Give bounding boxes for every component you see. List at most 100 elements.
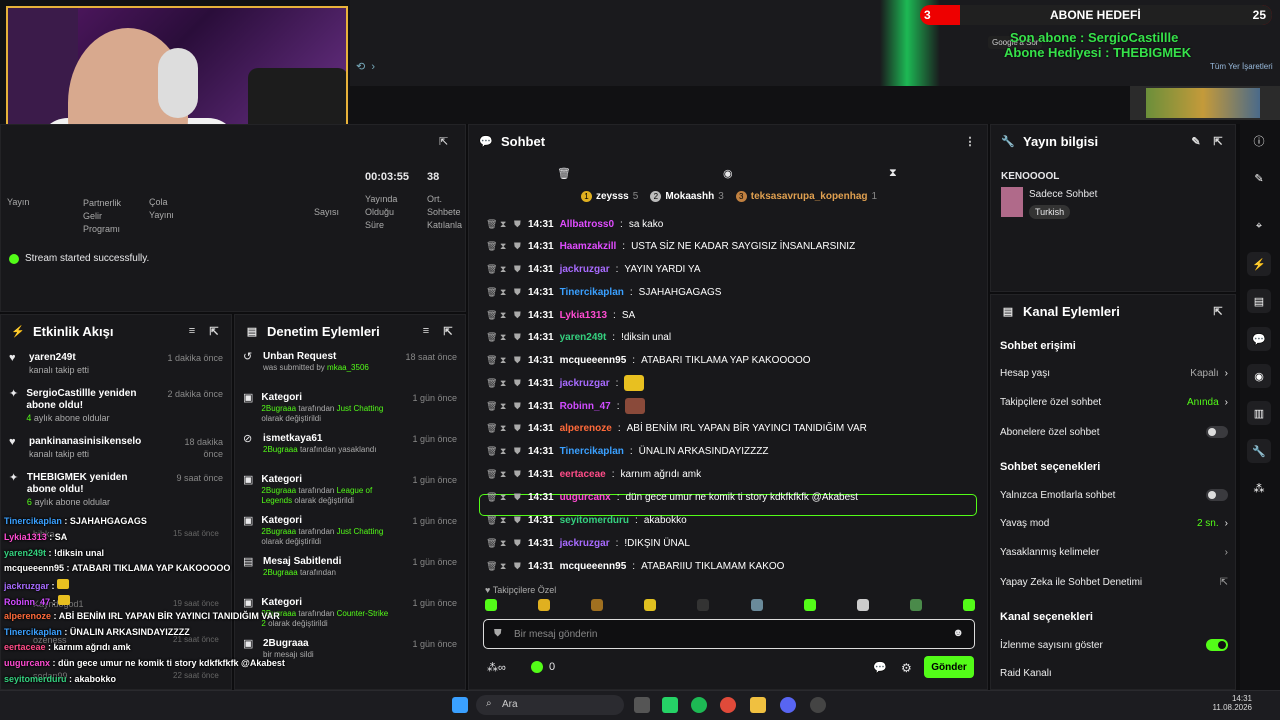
chat-message[interactable]: 🗑 ⧗ ⛊ 14:31 Tinercikaplan: ÜNALIN ARKASINDAYI… <box>486 441 769 461</box>
ban-icon[interactable]: ⛊ <box>514 492 522 502</box>
emote-bar[interactable] <box>485 599 975 617</box>
ban-icon[interactable]: ⛊ <box>514 332 522 342</box>
timeout-icon[interactable]: ⧗ <box>500 469 508 479</box>
more-icon[interactable]: ⋮ <box>963 134 977 148</box>
delete-icon[interactable]: 🗑 <box>486 469 497 479</box>
ban-icon[interactable]: ⛊ <box>514 538 522 548</box>
emote-only-row[interactable]: Yalnızca Emotlarla sohbet <box>1000 489 1228 501</box>
kick-points-icon[interactable]: ⁂∞ <box>487 661 506 674</box>
filter-icon[interactable]: ≡ <box>185 324 199 338</box>
top-chatter[interactable]: 3 teksasavrupa_kopenhag 1 <box>735 191 877 202</box>
delete-icon[interactable]: 🗑 <box>486 332 497 342</box>
chrome-icon[interactable] <box>720 697 736 713</box>
bolt-icon[interactable]: ⚡ <box>1247 252 1271 276</box>
timeout-icon[interactable]: ⧗ <box>500 492 508 502</box>
message-user[interactable]: alperenoze <box>560 423 612 434</box>
emote-5[interactable] <box>697 599 710 611</box>
delete-icon[interactable]: 🗑 <box>486 241 497 251</box>
document-icon[interactable]: ▤ <box>1247 289 1271 313</box>
delete-icon[interactable]: 🗑 <box>486 219 497 229</box>
emote-7[interactable] <box>803 599 816 611</box>
popout-icon[interactable]: ⇱ <box>441 324 455 338</box>
delete-icon[interactable]: 🗑 <box>486 310 497 320</box>
delete-icon[interactable]: 🗑 <box>486 423 497 433</box>
timeout-icon[interactable]: ⧗ <box>500 219 508 229</box>
timeout-icon[interactable]: ⧗ <box>500 401 508 411</box>
delete-icon[interactable]: 🗑 <box>486 492 497 502</box>
apps-icon[interactable]: ⁂ <box>1247 476 1271 500</box>
message-user[interactable]: Tinercikaplan <box>560 446 624 457</box>
ban-icon[interactable]: ⛊ <box>514 423 522 433</box>
message-user[interactable]: eertaceae <box>560 469 606 480</box>
subs-only-toggle[interactable] <box>1206 426 1228 438</box>
timeout-icon[interactable]: ⧗ <box>500 515 508 525</box>
timeout-icon[interactable]: ⧗ <box>500 332 508 342</box>
discord-icon[interactable] <box>780 697 796 713</box>
chat-message[interactable]: 🗑 ⧗ ⛊ 14:31 Robinn_47: <box>486 396 646 416</box>
obs-icon[interactable] <box>810 697 826 713</box>
chat-input[interactable]: ⛊ Bir mesaj gönderin ☻ <box>483 619 975 649</box>
top-chatter[interactable]: 2 Mokaashh 3 <box>650 191 724 202</box>
slow-mode-row[interactable]: Yavaş mod 2 sn. › <box>1000 518 1228 529</box>
timeout-icon[interactable]: ⧗ <box>500 264 508 274</box>
send-button[interactable]: Gönder <box>924 656 974 678</box>
gear-icon[interactable]: ⚙ <box>901 661 912 675</box>
ban-icon[interactable]: ⛊ <box>514 378 522 388</box>
message-user[interactable]: Tinercikaplan <box>560 287 624 298</box>
delete-icon[interactable]: 🗑 <box>486 287 497 297</box>
ban-icon[interactable]: ⛊ <box>514 561 522 571</box>
delete-icon[interactable]: 🗑 <box>486 515 497 525</box>
bookmarks-link[interactable]: Tüm Yer İşaretleri <box>1210 62 1273 71</box>
taskbar-search[interactable]: Ara <box>476 695 624 715</box>
chat-message[interactable]: 🗑 ⧗ ⛊ 14:31 Tinercikaplan: SJAHAHGAGAGS <box>486 282 721 302</box>
message-user[interactable]: jackruzgar <box>560 264 610 275</box>
points-display[interactable]: 0 <box>531 661 555 673</box>
chat-message[interactable]: 🗑 ⧗ ⛊ 14:31 mcqueeenn95: ATABARI TIKLAMA YAP … <box>486 350 811 370</box>
server-icon[interactable]: ▥ <box>1247 401 1271 425</box>
message-user[interactable]: Haamzakzill <box>560 241 617 252</box>
ban-icon[interactable]: ⛊ <box>514 469 522 479</box>
delete-icon[interactable]: 🗑 <box>486 264 497 274</box>
subs-only-row[interactable]: Abonelere özel sohbet <box>1000 426 1228 438</box>
emote-6[interactable] <box>750 599 763 611</box>
ai-moderation-row[interactable]: Yapay Zeka ile Sohbet Denetimi ⇱ <box>1000 577 1228 588</box>
chat-message[interactable]: 🗑 ⧗ ⛊ 14:31 jackruzgar: <box>486 373 645 393</box>
chat-mode-icon[interactable]: ◉ <box>723 167 733 180</box>
hourglass-icon[interactable]: ⧗ <box>889 167 897 180</box>
timeout-icon[interactable]: ⧗ <box>500 538 508 548</box>
message-user[interactable]: jackruzgar <box>560 538 610 549</box>
chat-message[interactable]: 🗑 ⧗ ⛊ 14:31 uugurcanx: dün gece umur ne komik… <box>486 487 858 507</box>
spotify-icon[interactable] <box>691 697 707 713</box>
ban-icon[interactable]: ⛊ <box>514 355 522 365</box>
message-user[interactable]: Lykia1313 <box>560 310 607 321</box>
delete-icon[interactable]: 🗑 <box>486 378 497 388</box>
edit-icon[interactable]: ✎ <box>1189 134 1203 148</box>
account-age-row[interactable]: Hesap yaşı Kapalı › <box>1000 368 1228 379</box>
ban-icon[interactable]: ⛊ <box>514 515 522 525</box>
followers-only-row[interactable]: Takipçilere özel sohbet Anında › <box>1000 397 1228 408</box>
emoji-icon[interactable]: ☻ <box>952 627 964 639</box>
clock[interactable]: 14:31 11.08.2026 <box>1198 694 1252 712</box>
chat-message[interactable]: 🗑 ⧗ ⛊ 14:31 yaren249t: !diksin unal <box>486 327 671 347</box>
ban-icon[interactable]: ⛊ <box>514 310 522 320</box>
delete-icon[interactable]: 🗑 <box>486 561 497 571</box>
timeout-icon[interactable]: ⧗ <box>500 561 508 571</box>
ban-icon[interactable]: ⛊ <box>514 446 522 456</box>
delete-icon[interactable]: 🗑 <box>486 401 497 411</box>
browser-nav-icons[interactable]: ⟲ › <box>356 60 375 73</box>
popout-icon[interactable]: ⇱ <box>1211 134 1225 148</box>
message-user[interactable]: mcqueeenn95 <box>560 355 627 366</box>
capture-icon[interactable]: ⌖ <box>1247 214 1271 238</box>
ban-icon[interactable]: ⛊ <box>514 401 522 411</box>
emote-only-toggle[interactable] <box>1206 489 1228 501</box>
message-user[interactable]: jackruzgar <box>560 378 610 389</box>
pencil-icon[interactable]: ✎ <box>1247 166 1271 190</box>
popout-icon[interactable]: ⇱ <box>439 135 448 148</box>
chat-message[interactable]: 🗑 ⧗ ⛊ 14:31 jackruzgar: !DIKŞIN ÜNAL <box>486 533 690 553</box>
ban-icon[interactable]: ⛊ <box>514 264 522 274</box>
top-chatter[interactable]: 1 zeysss 5 <box>580 191 638 202</box>
folder-icon[interactable] <box>750 697 766 713</box>
ban-icon[interactable]: ⛊ <box>514 219 522 229</box>
filter-icon[interactable]: ≡ <box>419 324 433 338</box>
message-user[interactable]: seyitomerduru <box>560 515 629 526</box>
